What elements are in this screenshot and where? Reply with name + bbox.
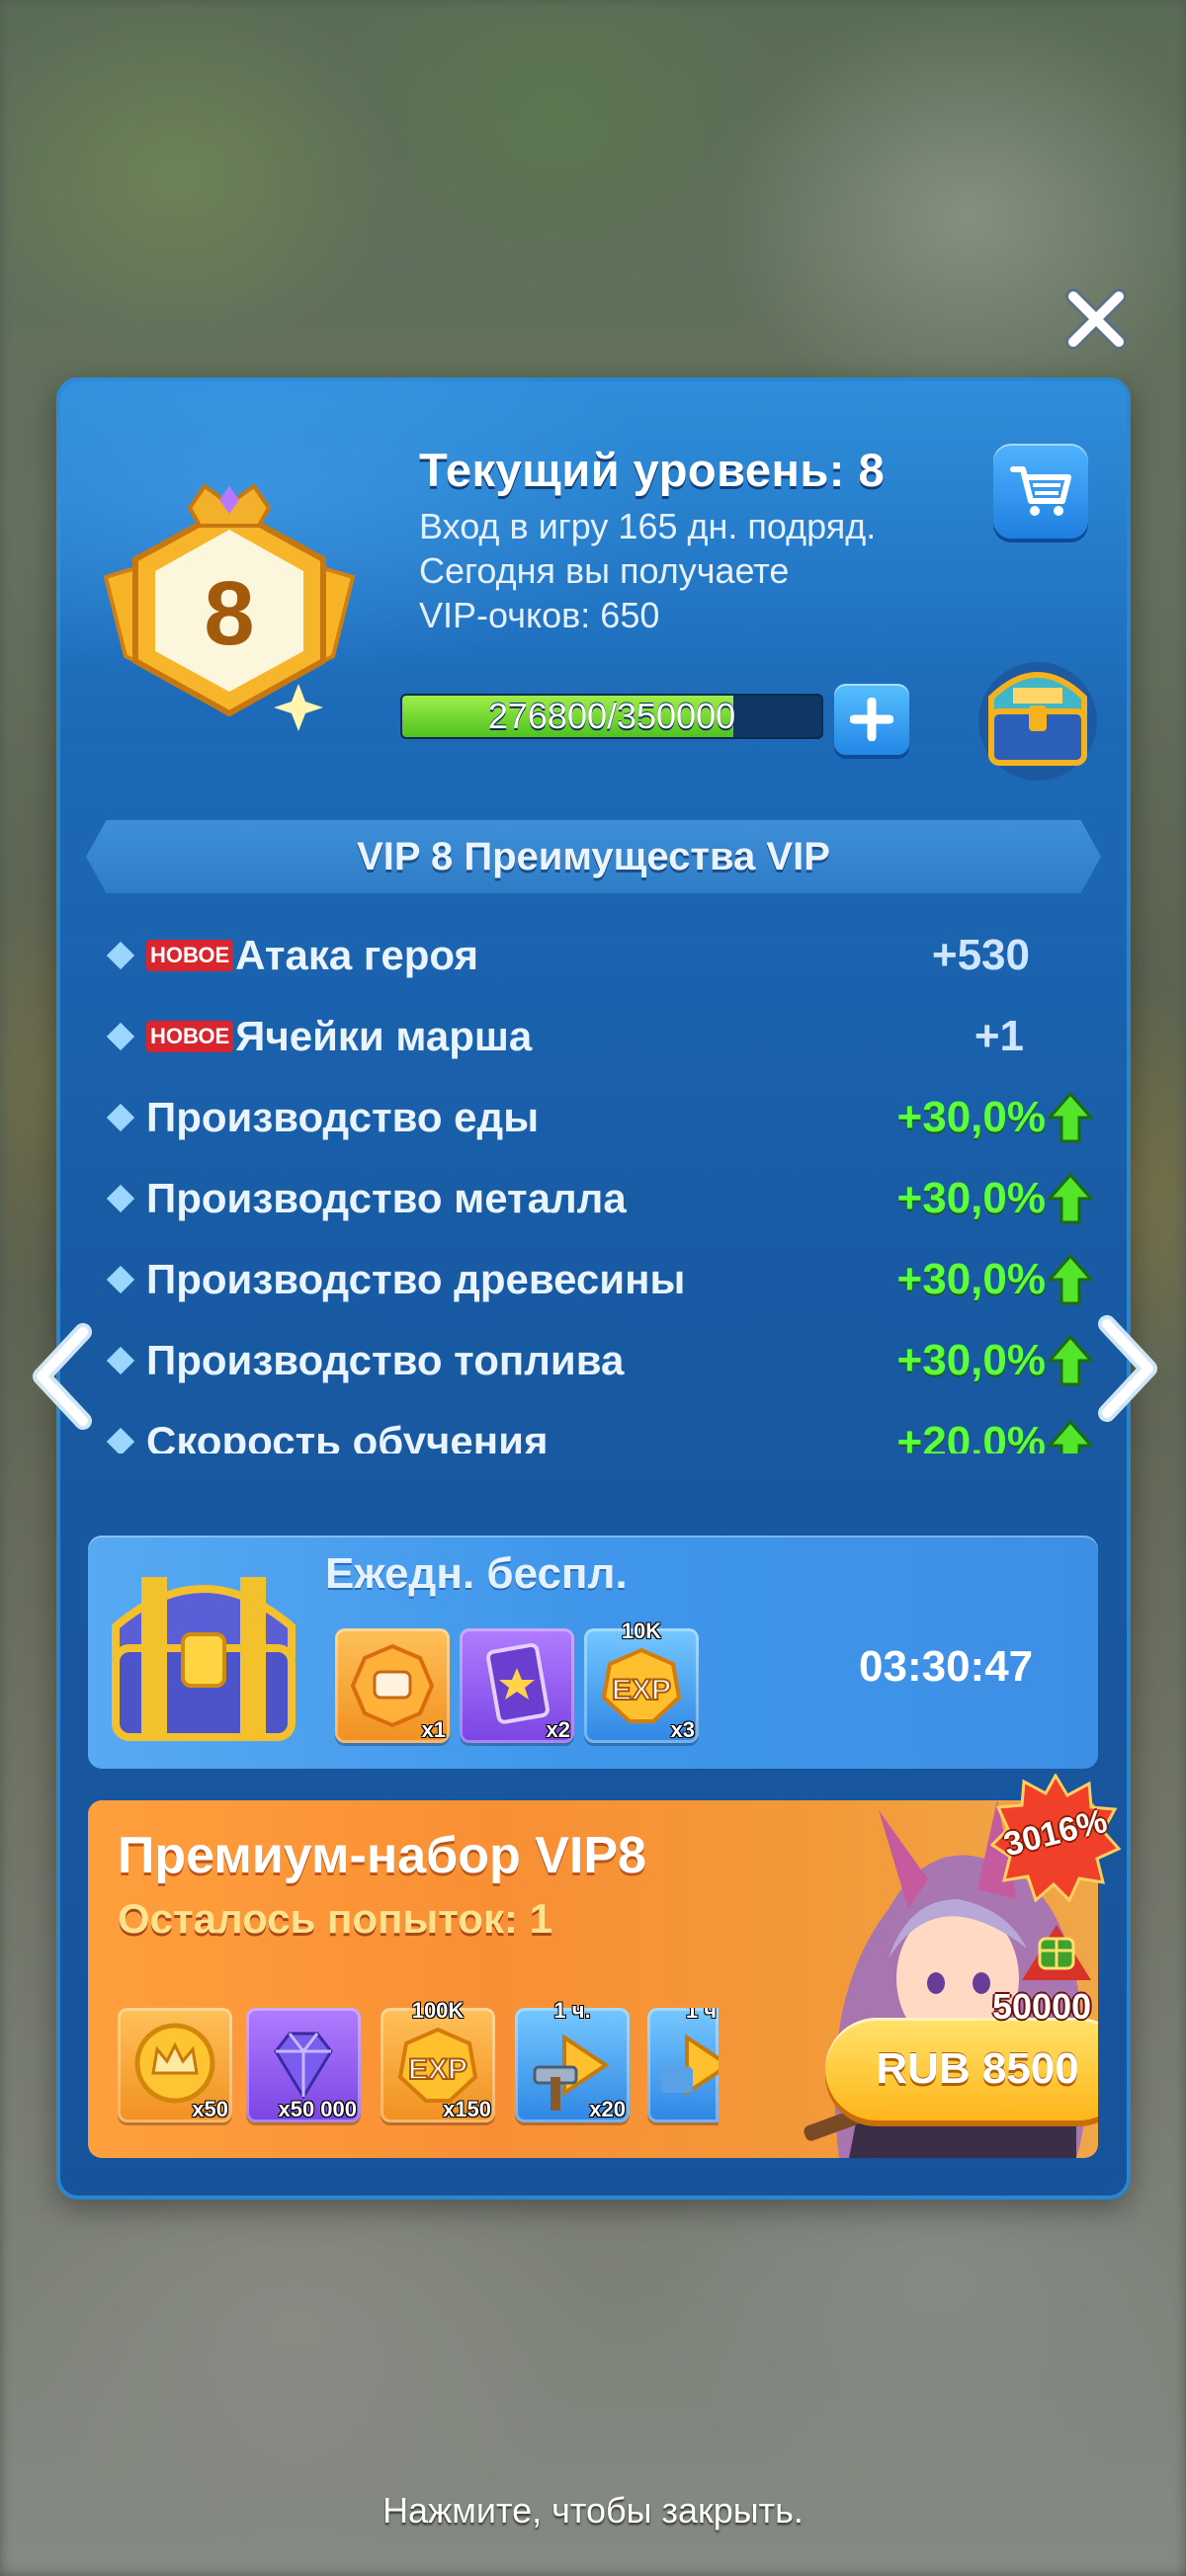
- item-qty: x20: [589, 2097, 626, 2121]
- daily-free-title: Ежедн. беспл.: [325, 1549, 628, 1598]
- item-qty: x50 000: [278, 2097, 357, 2121]
- vip-progress-bar: 276800/350000: [400, 694, 823, 739]
- add-vip-points-button[interactable]: [834, 684, 909, 755]
- bullet-diamond-icon: [106, 1184, 135, 1213]
- premium-item-1[interactable]: x50: [118, 2008, 232, 2122]
- item-qty: x150: [443, 2097, 491, 2121]
- benefits-title: VIP 8 Преимущества VIP: [357, 834, 830, 878]
- benefit-row-food: Производство еды +30,0%: [86, 1088, 1101, 1147]
- benefit-row-fuel: Производство топлива +30,0%: [86, 1331, 1101, 1390]
- bonus-ribbon-icon: [1022, 1925, 1091, 1980]
- bullet-diamond-icon: [106, 941, 135, 970]
- vip-panel: 8 Текущий уровень: 8 Вход в игру 165 дн.…: [56, 377, 1131, 2200]
- premium-pack-title: Премиум-набор VIP8: [118, 1827, 646, 1884]
- benefit-row-hero-attack: НОВОЕ Атака героя +530: [86, 926, 1101, 985]
- item-qty: x3: [670, 1717, 695, 1742]
- benefit-label: Производство металла: [146, 1175, 627, 1221]
- vip-chest-button[interactable]: [974, 652, 1102, 781]
- benefit-row-metal: Производство металла +30,0%: [86, 1169, 1101, 1228]
- benefit-label: Производство топлива: [146, 1337, 625, 1383]
- close-button[interactable]: [1065, 289, 1127, 350]
- next-arrow-button[interactable]: [1093, 1314, 1162, 1423]
- benefit-label: Производство еды: [146, 1094, 540, 1140]
- daily-chest-icon: [112, 1577, 296, 1741]
- item-qty: x50: [192, 2097, 228, 2121]
- premium-item-4[interactable]: 1 ч. x20: [515, 1998, 630, 2122]
- benefit-value: +1: [974, 1012, 1024, 1060]
- item-top-label: 10K: [621, 1619, 662, 1643]
- login-streak-text: Вход в игру 165 дн. подряд.: [419, 506, 877, 546]
- exp-label: EXP: [408, 2053, 467, 2086]
- price-label: RUB 8500: [876, 2044, 1079, 2093]
- benefit-row-training: Скорость обучения +20,0%: [86, 1410, 1101, 1454]
- up-arrow-icon: [1048, 1335, 1093, 1386]
- attempts-left-text: Осталось попыток: 1: [118, 1895, 552, 1942]
- benefit-label: Производство древесины: [146, 1256, 686, 1302]
- daily-item-3[interactable]: EXP 10K x3: [584, 1619, 699, 1743]
- benefit-label: Скорость обучения: [146, 1418, 549, 1454]
- premium-item-2[interactable]: x50 000: [246, 2008, 361, 2122]
- new-tag: НОВОЕ: [146, 1021, 234, 1052]
- bullet-diamond-icon: [106, 1265, 135, 1294]
- item-top-label: 1 ч.: [553, 1998, 591, 2023]
- benefit-value: +30,0%: [896, 1174, 1046, 1222]
- item-qty: x1: [421, 1717, 446, 1742]
- bullet-diamond-icon: [106, 1346, 135, 1375]
- previous-arrow-button[interactable]: [28, 1322, 97, 1431]
- vip-progress-text: 276800/350000: [487, 696, 736, 736]
- bullet-diamond-icon: [106, 1103, 135, 1132]
- bonus-amount: 50000: [992, 1986, 1092, 2027]
- up-arrow-icon: [1048, 1092, 1093, 1143]
- up-arrow-icon: [1048, 1254, 1093, 1305]
- item-qty: x2: [546, 1717, 570, 1742]
- daily-free-card[interactable]: Ежедн. беспл. x1 x2 EXP 10K x3 03:30:47: [88, 1536, 1098, 1769]
- shop-button[interactable]: [993, 444, 1088, 539]
- benefit-value: +30,0%: [896, 1093, 1046, 1141]
- benefit-row-wood: Производство древесины +30,0%: [86, 1250, 1101, 1309]
- daily-item-1[interactable]: x1: [335, 1628, 450, 1743]
- benefit-value: +530: [931, 931, 1030, 979]
- benefit-value: +20,0%: [896, 1418, 1046, 1454]
- vip-points-text: VIP-очков: 650: [419, 595, 660, 635]
- premium-pack-card[interactable]: Премиум-набор VIP8 Осталось попыток: 1 x…: [88, 1800, 1098, 2158]
- exp-label: EXP: [612, 1674, 671, 1706]
- daily-item-2[interactable]: x2: [460, 1628, 574, 1743]
- benefit-label: Ячейки марша: [235, 1013, 533, 1059]
- plus-icon: [850, 698, 893, 741]
- new-tag: НОВОЕ: [146, 940, 234, 971]
- benefit-value: +30,0%: [896, 1336, 1046, 1384]
- up-arrow-icon: [1048, 1420, 1093, 1454]
- up-arrow-icon: [1048, 1173, 1093, 1224]
- benefits-header-ribbon: VIP 8 Преимущества VIP: [86, 820, 1101, 893]
- bullet-diamond-icon: [106, 1022, 135, 1051]
- bullet-diamond-icon: [106, 1427, 135, 1454]
- speedup-icon: [661, 2034, 719, 2097]
- level-number: 8: [204, 563, 254, 664]
- today-text: Сегодня вы получаете: [419, 550, 790, 591]
- benefit-label: Атака героя: [235, 932, 479, 978]
- shopping-cart-icon: [1010, 466, 1071, 516]
- benefit-value: +30,0%: [896, 1255, 1046, 1303]
- item-top-label: 100K: [411, 1998, 465, 2023]
- daily-timer: 03:30:47: [859, 1642, 1034, 1691]
- buy-premium-button[interactable]: RUB 8500: [825, 2018, 1098, 2120]
- premium-item-5[interactable]: 1 ч: [647, 2008, 719, 2122]
- current-level-title: Текущий уровень: 8: [419, 444, 886, 496]
- tap-to-close-hint[interactable]: Нажмите, чтобы закрыть.: [0, 2490, 1186, 2532]
- close-icon: [1065, 289, 1127, 350]
- premium-item-3[interactable]: EXP 100K x150: [381, 1998, 495, 2122]
- vip-level-badge-icon: 8: [103, 483, 356, 731]
- benefit-row-march-slots: НОВОЕ Ячейки марша +1: [86, 1007, 1101, 1066]
- item-top-label: 1 ч: [685, 2008, 717, 2023]
